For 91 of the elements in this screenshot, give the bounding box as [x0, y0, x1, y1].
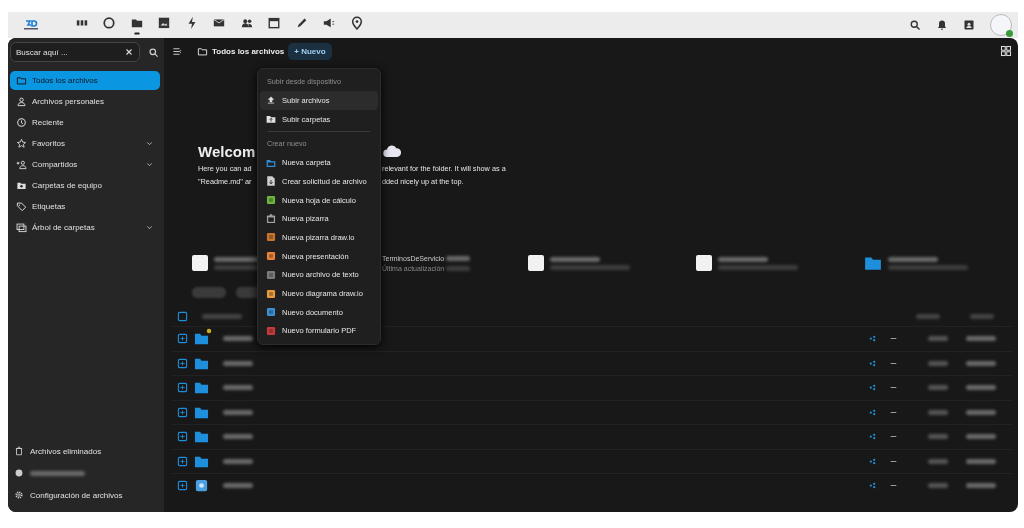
blurred-text: [550, 256, 600, 262]
folder-icon: [194, 380, 209, 396]
checkbox-icon[interactable]: [177, 333, 188, 345]
share-icon[interactable]: [868, 432, 877, 442]
checkbox-icon[interactable]: [177, 357, 188, 369]
share-icon[interactable]: [868, 481, 877, 491]
blurred-text: [223, 483, 253, 489]
share-icon[interactable]: [868, 358, 877, 368]
sidebar-item[interactable]: Árbol de carpetas: [10, 218, 160, 237]
trash-icon: [14, 446, 24, 456]
blurred-text: [202, 313, 242, 319]
user-plus-icon: [16, 159, 27, 170]
checkbox-icon[interactable]: [177, 310, 188, 322]
file-thumbnail: [528, 255, 544, 271]
breadcrumb[interactable]: Todos los archivos: [197, 45, 285, 57]
status-dot: [1006, 30, 1013, 37]
blurred-text: [928, 409, 948, 415]
blurred-text: [966, 336, 996, 342]
blurred-text: [223, 385, 253, 391]
blurred-text: [966, 434, 996, 440]
checkbox-icon[interactable]: [177, 431, 188, 443]
folder-icon: [16, 75, 27, 86]
star-icon: [16, 138, 27, 149]
tag-icon: [16, 201, 27, 212]
blurred-text: [30, 470, 85, 476]
blurred-text: [928, 360, 948, 366]
checkbox-icon[interactable]: [177, 382, 188, 394]
folder-icon: [16, 180, 27, 191]
badge-icon: [206, 328, 212, 335]
blurred-text: [446, 265, 471, 271]
share-icon[interactable]: [868, 334, 877, 344]
blurred-text: [446, 255, 471, 261]
search-icon[interactable]: [909, 19, 921, 31]
blurred-text: [970, 313, 994, 319]
history-icon: [16, 117, 27, 128]
sidebar-item[interactable]: Configuración de archivos: [10, 484, 160, 506]
avatar[interactable]: [990, 14, 1012, 36]
blurred-text: [966, 483, 996, 489]
windows-icon: [16, 222, 27, 233]
grid-view-icon[interactable]: [1000, 45, 1012, 57]
blurred-text: [928, 336, 948, 342]
blurred-text: [888, 256, 938, 262]
sidebar-item[interactable]: Etiquetas: [10, 197, 160, 216]
blurred-text: [966, 409, 996, 415]
folder-icon: [194, 331, 209, 347]
sidebar-item[interactable]: Archivos eliminados: [10, 440, 160, 462]
blurred-text: [966, 385, 996, 391]
welcome-title: Welcom: [198, 143, 256, 160]
blurred-text: [928, 434, 948, 440]
sidebar-toggle-icon[interactable]: [172, 45, 183, 57]
user-icon: [16, 96, 27, 107]
blurred-text: [966, 360, 996, 366]
blurred-text: [223, 409, 253, 415]
chevron-icon[interactable]: [145, 139, 154, 148]
chevron-icon[interactable]: [145, 160, 154, 169]
share-icon[interactable]: [868, 407, 877, 417]
blurred-text: [223, 434, 253, 440]
blurred-text: [223, 360, 253, 366]
file-thumbnail: [696, 255, 712, 271]
sidebar-item[interactable]: Carpetas de equipo: [10, 176, 160, 195]
folder-icon: [194, 429, 209, 445]
checkbox-icon[interactable]: [177, 455, 188, 467]
folder-icon: [864, 254, 882, 272]
blurred-text: [916, 313, 940, 319]
image-file-icon: [194, 478, 209, 494]
blurred-text: [223, 336, 253, 342]
contact-card-icon[interactable]: [963, 19, 975, 31]
bell-icon[interactable]: [936, 19, 948, 31]
sidebar-item[interactable]: Favoritos: [10, 134, 160, 153]
blurred-text: [928, 483, 948, 489]
blurred-text: [928, 385, 948, 391]
settings-icon: [14, 490, 24, 500]
blurred-text: [928, 458, 948, 464]
blurred-text: [718, 256, 768, 262]
share-icon[interactable]: [868, 456, 877, 466]
blurred-text: [966, 458, 996, 464]
blurred-text: [223, 458, 253, 464]
close-icon[interactable]: [124, 47, 134, 57]
share-icon[interactable]: [868, 383, 877, 393]
new-button[interactable]: + Nuevo: [288, 42, 332, 60]
search-icon[interactable]: [148, 46, 159, 58]
checkbox-icon[interactable]: [177, 480, 188, 492]
chevron-icon[interactable]: [145, 223, 154, 232]
sidebar-item[interactable]: Reciente: [10, 113, 160, 132]
search-field[interactable]: Buscar aquí ...: [10, 42, 140, 62]
sidebar-item[interactable]: Compartidos: [10, 155, 160, 174]
file-thumbnail: [192, 255, 208, 271]
checkbox-icon[interactable]: [177, 406, 188, 418]
sidebar-item[interactable]: Archivos personales: [10, 92, 160, 111]
folder-icon: [197, 45, 208, 57]
sidebar-item[interactable]: Todos los archivos: [10, 71, 160, 90]
